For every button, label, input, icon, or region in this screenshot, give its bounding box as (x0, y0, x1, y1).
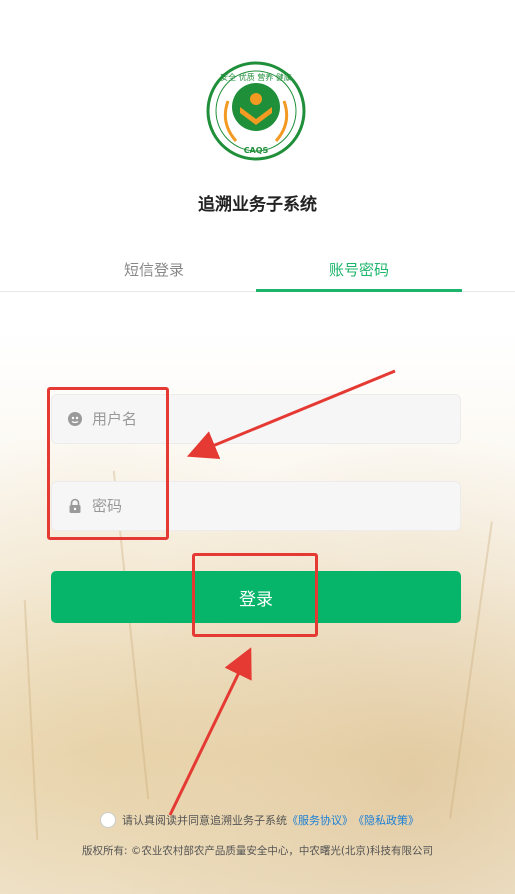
annotation-arrow (186, 369, 396, 460)
annotation-arrow (168, 647, 252, 816)
annotation-arrows (168, 369, 396, 816)
